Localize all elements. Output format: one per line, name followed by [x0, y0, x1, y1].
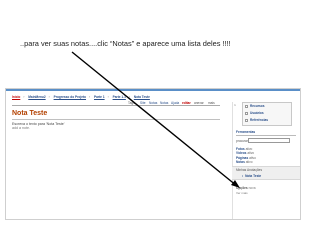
- tab-ajuda[interactable]: Ajuda: [171, 101, 179, 105]
- breadcrumb-separator: ›: [48, 95, 50, 99]
- breadcrumb-separator: ›: [23, 95, 25, 99]
- breadcrumb-separator: ›: [107, 95, 109, 99]
- add-note-link[interactable]: add a note.: [12, 126, 64, 130]
- checkbox-icon[interactable]: [245, 105, 248, 108]
- menu-item-label: Referências: [250, 118, 269, 122]
- notes-list-label: Minhas Anotações: [236, 168, 263, 172]
- page-title: Nota Teste: [12, 110, 48, 117]
- menu-item-label: Usuários: [250, 111, 264, 115]
- page-action-bar: Tags Site Notas Notas Ajuda editar anexa…: [12, 100, 220, 106]
- sidebar-menu: Recursos Usuários Referências: [242, 102, 292, 126]
- embedded-screenshot: Início › MainMenu2 › Progresso do Projeto ›…: [5, 88, 301, 220]
- menu-item-label: Recursos: [250, 104, 265, 108]
- title-divider: [12, 119, 220, 120]
- sidebar-divider: [232, 102, 233, 219]
- breadcrumb-separator: ›: [89, 95, 91, 99]
- breadcrumb-item[interactable]: Parte 1.1: [113, 95, 126, 99]
- link-value: ativo: [245, 159, 253, 164]
- breadcrumb-item[interactable]: MainMenu2: [28, 95, 45, 99]
- bullet-icon: •: [242, 174, 244, 178]
- tab-editar[interactable]: editar: [182, 101, 191, 105]
- options-value[interactable]: nova: [249, 186, 256, 190]
- search-input[interactable]: [248, 138, 290, 143]
- tab-tags[interactable]: Tags: [128, 101, 135, 105]
- options-label: Opções nova: [236, 186, 256, 190]
- instruction-caption: ..para ver suas notas....clic “Notas” e …: [20, 39, 231, 48]
- link-label: Notas: [236, 159, 245, 164]
- options-sub[interactable]: Ver mais: [236, 191, 248, 195]
- tab-site[interactable]: Site: [140, 101, 146, 105]
- breadcrumb-item-current[interactable]: Nota Teste: [134, 95, 150, 99]
- breadcrumb: Início › MainMenu2 › Progresso do Projeto ›…: [12, 95, 153, 99]
- tools-heading: Ferramentas: [236, 130, 256, 134]
- breadcrumb-item[interactable]: Parte 1: [94, 95, 105, 99]
- tools-divider: [236, 135, 296, 136]
- notes-list-item[interactable]: • Nota Teste: [242, 174, 261, 178]
- breadcrumb-home[interactable]: Início: [12, 95, 20, 99]
- tab-notas-2[interactable]: Notas: [160, 101, 168, 105]
- sidebar-tab[interactable]: 1: [232, 103, 238, 109]
- sidebar: 1 Recursos Usuários Referências Ferramen…: [232, 102, 300, 219]
- tab-anexar[interactable]: anexar: [194, 101, 204, 105]
- tab-notas[interactable]: Notas: [149, 101, 157, 105]
- breadcrumb-separator: ›: [128, 95, 130, 99]
- search-label: procurar: [236, 139, 248, 143]
- checkbox-icon[interactable]: [245, 112, 248, 115]
- sidebar-link-notas[interactable]: Notas ativo: [236, 160, 296, 164]
- checkbox-icon[interactable]: [245, 119, 248, 122]
- notes-list-panel: Minhas Anotações • Nota Teste: [232, 166, 300, 180]
- page-body: Escreva o texto para 'Nota Teste' add a …: [12, 122, 64, 130]
- breadcrumb-item[interactable]: Progresso do Projeto: [54, 95, 86, 99]
- options-title: Opções: [236, 186, 248, 190]
- top-accent-line: [6, 89, 300, 91]
- tab-mais[interactable]: mais: [208, 101, 215, 105]
- note-link: Nota Teste: [245, 174, 262, 178]
- sidebar-links: Fotos ativo Vídeos ativo Páginas ativo N…: [236, 147, 296, 164]
